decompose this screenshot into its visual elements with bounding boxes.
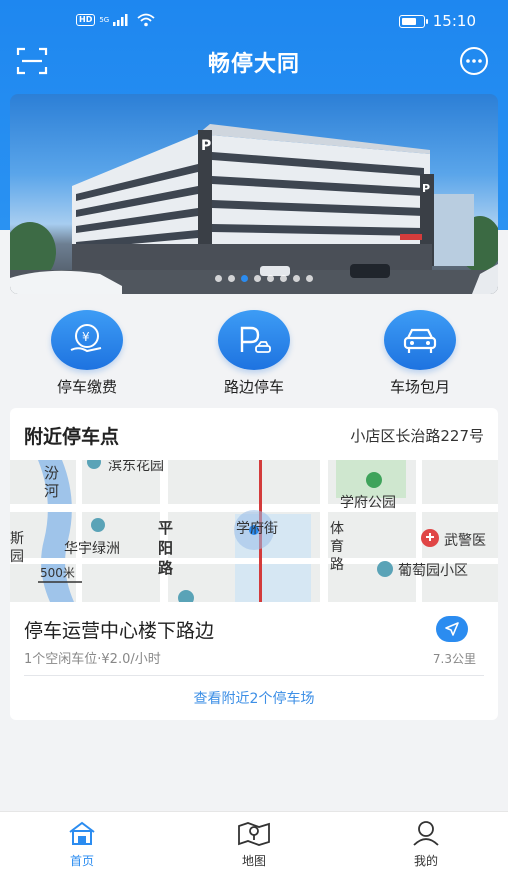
- clock: 15:10: [432, 12, 476, 30]
- map-label-xuefu-park: 学府公园: [340, 495, 396, 511]
- car-icon: [384, 310, 456, 370]
- title-bar: 畅停大同: [0, 44, 508, 80]
- map-icon: [238, 822, 270, 846]
- navigation-arrow-icon: [445, 622, 459, 636]
- map-label-armed-police-hospital: 武警医: [444, 533, 486, 549]
- map-label-pingyang-1: 平: [158, 519, 174, 537]
- signal-icon: [113, 14, 128, 26]
- nearby-title: 附近停车点: [24, 426, 120, 448]
- map-label-putaoyuan: 葡萄园小区: [398, 563, 468, 579]
- parking-lot-info: 1个空闲车位·¥2.0/小时: [24, 652, 161, 667]
- action-label: 路边停车: [223, 378, 284, 396]
- message-button[interactable]: [458, 46, 490, 78]
- parking-lot-name: 停车运营中心楼下路边: [24, 620, 215, 642]
- quick-actions: ¥ 停车缴费 路边停车 车场包月: [0, 310, 508, 400]
- action-label: 车场包月: [389, 378, 450, 396]
- status-bar: HD 5G 15:10: [0, 0, 508, 44]
- carousel-dot[interactable]: [293, 275, 300, 282]
- status-signal-group: HD 5G: [76, 13, 155, 27]
- map-label-pingyang-2: 阳: [158, 539, 174, 557]
- tab-home[interactable]: 首页: [42, 820, 122, 869]
- tab-map[interactable]: 地图: [214, 820, 294, 869]
- map-label-edge-2: 园: [10, 549, 24, 565]
- banner-carousel[interactable]: P P: [10, 94, 498, 294]
- map-label-tiyu-2: 育: [330, 539, 344, 555]
- action-label: 停车缴费: [56, 378, 117, 396]
- map-label-huayu-oasis: 华宇绿洲: [64, 541, 120, 557]
- carousel-dot[interactable]: [254, 275, 261, 282]
- home-icon: [69, 821, 95, 845]
- hd-badge: HD: [76, 14, 96, 26]
- map-label-binhong-garden: 滨东花园: [108, 460, 164, 474]
- carousel-dot[interactable]: [280, 275, 287, 282]
- bottom-tab-bar: 首页 地图 我的: [0, 811, 508, 882]
- roadside-parking-icon: [218, 310, 290, 370]
- monthly-pass-button[interactable]: 车场包月: [360, 310, 480, 397]
- svg-text:¥: ¥: [82, 330, 90, 344]
- tab-label: 我的: [413, 854, 438, 868]
- parking-payment-button[interactable]: ¥ 停车缴费: [27, 310, 147, 397]
- map-label-river-2: 河: [44, 482, 60, 500]
- parking-lot-distance: 7.3公里: [432, 652, 476, 666]
- tab-profile[interactable]: 我的: [386, 820, 466, 869]
- carousel-dot[interactable]: [267, 275, 274, 282]
- parking-lot-item[interactable]: 停车运营中心楼下路边 1个空闲车位·¥2.0/小时 7.3公里: [10, 602, 498, 676]
- map-label-tiyu-3: 路: [330, 557, 344, 573]
- building-illustration: P P: [10, 124, 498, 294]
- payment-icon: ¥: [51, 310, 123, 370]
- carousel-indicator: [10, 275, 498, 282]
- battery-icon: [398, 14, 428, 28]
- map-label-tiyu-1: 体: [330, 521, 344, 537]
- wifi-icon: [137, 13, 155, 27]
- roadside-parking-button[interactable]: 路边停车: [194, 310, 314, 397]
- nearby-header: 附近停车点 小店区长治路227号: [10, 408, 498, 460]
- carousel-dot[interactable]: [215, 275, 222, 282]
- svg-text:P: P: [201, 138, 211, 154]
- user-icon: [413, 821, 439, 846]
- network-label: 5G: [99, 16, 110, 24]
- tab-label: 首页: [69, 854, 94, 868]
- navigate-button[interactable]: [436, 616, 468, 642]
- divider: [24, 675, 484, 676]
- app-title: 畅停大同: [207, 52, 300, 77]
- nearby-parking-card: 附近停车点 小店区长治路227号 滨东花园 汾 河 学府公园 华宇绿洲 学府街 …: [10, 408, 498, 720]
- carousel-dot[interactable]: [228, 275, 235, 282]
- view-nearby-lots-link[interactable]: 查看附近2个停车场: [10, 676, 498, 708]
- message-icon: [460, 47, 488, 75]
- map-label-edge-1: 斯: [10, 531, 24, 547]
- carousel-dot[interactable]: [241, 275, 248, 282]
- svg-text:P: P: [422, 182, 430, 195]
- map-label-pingyang-3: 路: [158, 559, 174, 577]
- map-scale: 500米: [40, 566, 75, 580]
- status-right-group: 15:10: [398, 12, 476, 30]
- tab-label: 地图: [241, 854, 266, 868]
- map-label-xuefu-street: 学府街: [236, 521, 278, 537]
- current-address: 小店区长治路227号: [350, 427, 484, 445]
- nearby-map[interactable]: 滨东花园 汾 河 学府公园 华宇绿洲 学府街 武警医 葡萄园小区 平 阳 路 体…: [10, 460, 498, 602]
- carousel-dot[interactable]: [306, 275, 313, 282]
